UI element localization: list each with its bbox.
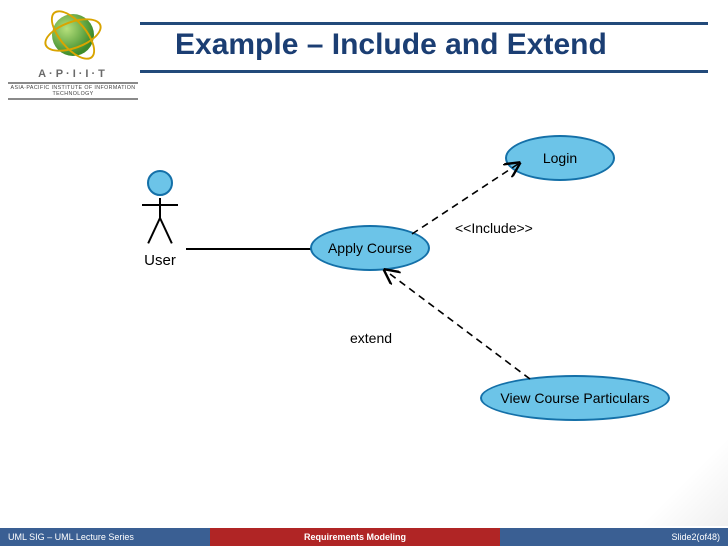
- footer-left: UML SIG – UML Lecture Series: [0, 528, 210, 546]
- usecase-label: Login: [543, 150, 577, 166]
- actor-user: User: [130, 170, 190, 269]
- include-label: <<Include>>: [455, 220, 533, 236]
- stick-figure-icon: [140, 170, 180, 250]
- usecase-label: View Course Particulars: [500, 390, 649, 406]
- logo-subtitle: ASIA·PACIFIC INSTITUTE OF INFORMATION TE…: [8, 82, 138, 100]
- slide-count-suffix: ): [717, 532, 720, 542]
- slide-count-prefix: Slide: [671, 532, 691, 542]
- extend-arrow: [380, 265, 540, 385]
- actor-label: User: [130, 252, 190, 269]
- usecase-apply-course: Apply Course: [310, 225, 430, 271]
- footer-center: Requirements Modeling: [210, 528, 500, 546]
- association-line: [186, 248, 312, 250]
- footer-right: Slide 2 (of 48 ): [500, 528, 728, 546]
- usecase-login: Login: [505, 135, 615, 181]
- extend-label: extend: [350, 330, 392, 346]
- slide-count-mid: (of: [696, 532, 707, 542]
- logo: A·P·I·I·T ASIA·PACIFIC INSTITUTE OF INFO…: [8, 4, 138, 102]
- usecase-view-particulars: View Course Particulars: [480, 375, 670, 421]
- footer: UML SIG – UML Lecture Series Requirement…: [0, 524, 728, 546]
- globe-icon: [42, 4, 104, 66]
- title-rule-top: [140, 22, 708, 25]
- page-curl-shadow: [618, 436, 728, 526]
- usecase-label: Apply Course: [328, 240, 412, 256]
- title-rule-bottom: [140, 70, 708, 73]
- slide-title: Example – Include and Extend: [175, 28, 607, 62]
- logo-acronym: A·P·I·I·T: [8, 68, 138, 80]
- slide-total: 48: [707, 532, 717, 542]
